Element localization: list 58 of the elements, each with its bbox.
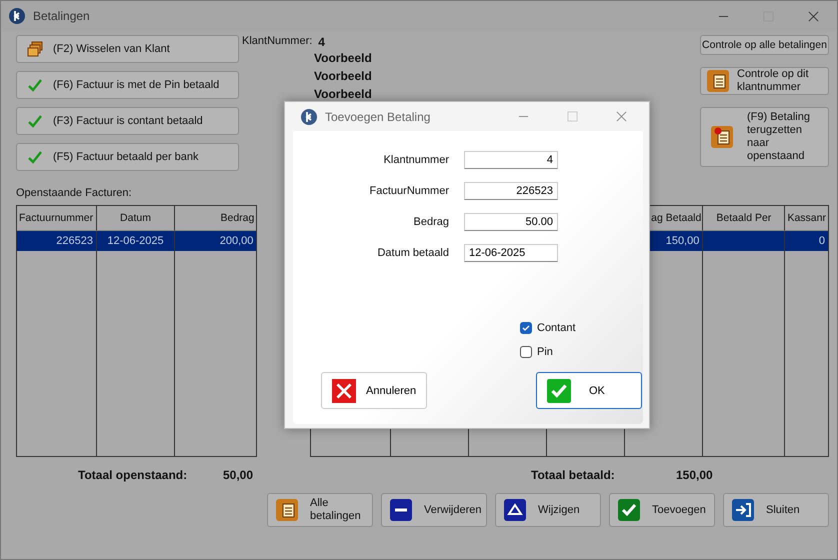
toolbar-button[interactable]: Verwijderen bbox=[381, 493, 487, 527]
field-label: Datum betaald bbox=[376, 246, 449, 261]
dialog-title: Toevoegen Betaling bbox=[325, 110, 430, 124]
table-cell: 0 bbox=[785, 231, 828, 251]
table-cell: 226523 bbox=[17, 231, 97, 251]
check-button[interactable]: Controle op alle betalingen bbox=[700, 35, 829, 55]
total-value: 50,00 bbox=[223, 468, 254, 482]
field-label: Bedrag bbox=[412, 215, 449, 230]
input-field[interactable]: 12-06-2025 bbox=[464, 244, 558, 262]
action-button[interactable]: (F6) Factuur is met de Pin betaald bbox=[16, 71, 239, 99]
action-button[interactable]: (F5) Factuur betaald per bank bbox=[16, 143, 239, 171]
ok-button[interactable]: OK bbox=[536, 372, 642, 409]
cross-icon bbox=[332, 378, 356, 402]
clipboard-icon bbox=[707, 70, 729, 92]
folders-icon bbox=[27, 41, 43, 57]
customer-name: Voorbeeld bbox=[314, 51, 373, 67]
field-label: FactuurNummer bbox=[368, 184, 449, 199]
customer-number-label: KlantNummer: bbox=[242, 35, 312, 49]
app-logo-icon bbox=[9, 8, 25, 24]
checkmark-icon bbox=[547, 378, 571, 402]
window-title: Betalingen bbox=[33, 9, 90, 23]
field-label: Klantnummer bbox=[382, 153, 449, 168]
minus-icon bbox=[390, 499, 412, 521]
input-field[interactable]: 226523 bbox=[464, 182, 558, 200]
action-button[interactable]: (F2) Wisselen van Klant bbox=[16, 35, 239, 63]
customer-name: Voorbeeld bbox=[314, 87, 373, 103]
toolbar-button[interactable]: Wijzigen bbox=[495, 493, 601, 527]
total-label: Totaal openstaand: bbox=[78, 468, 188, 482]
checkmark-icon bbox=[27, 77, 43, 93]
total-value: 150,00 bbox=[676, 468, 713, 482]
checkmark-icon bbox=[27, 149, 43, 165]
customer-name: Voorbeeld bbox=[314, 69, 373, 85]
total-label: Totaal betaald: bbox=[531, 468, 616, 482]
check-button[interactable]: Controle op dit klantnummer bbox=[700, 67, 829, 95]
action-button[interactable]: (F3) Factuur is contant betaald bbox=[16, 107, 239, 135]
close-icon[interactable] bbox=[616, 111, 627, 122]
checkbox-label: Contant bbox=[537, 322, 576, 334]
table-cell: 200,00 bbox=[175, 231, 256, 251]
cancel-button[interactable]: Annuleren bbox=[321, 372, 427, 409]
checkbox[interactable] bbox=[520, 322, 532, 334]
clipboard-icon bbox=[276, 499, 298, 521]
toolbar-button[interactable]: Toevoegen bbox=[609, 493, 715, 527]
open-invoices-label: Openstaande Facturen: bbox=[16, 187, 132, 201]
clipboard-icon bbox=[711, 126, 733, 148]
checkbox[interactable] bbox=[520, 346, 532, 358]
exit-icon bbox=[732, 499, 754, 521]
toolbar-button[interactable]: Sluiten bbox=[723, 493, 829, 527]
checkmark-icon bbox=[618, 499, 640, 521]
checkbox-label: Pin bbox=[537, 346, 553, 358]
checkmark-icon bbox=[27, 113, 43, 129]
toolbar-button[interactable]: Alle betalingen bbox=[267, 493, 373, 527]
check-button[interactable]: (F9) Betaling terugzetten naar openstaand bbox=[700, 107, 829, 167]
close-icon[interactable] bbox=[808, 10, 819, 22]
app-logo-icon bbox=[301, 108, 317, 124]
input-field[interactable]: 50.00 bbox=[464, 213, 558, 231]
input-field[interactable]: 4 bbox=[464, 151, 558, 169]
customer-number: 4 bbox=[318, 35, 325, 51]
table-cell: 12-06-2025 bbox=[97, 231, 175, 251]
